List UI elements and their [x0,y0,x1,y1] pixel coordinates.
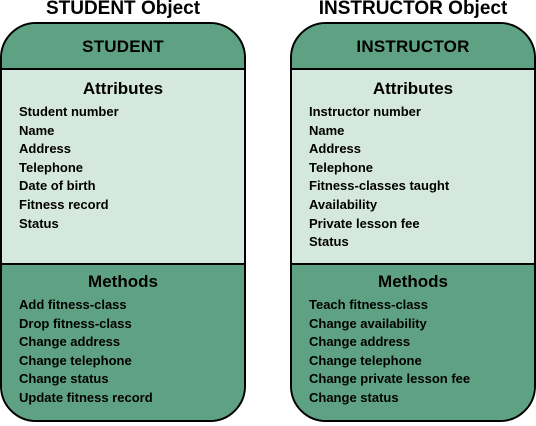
instructor-object-title: INSTRUCTOR Object [318,0,508,19]
instructor-attributes-section: Attributes Instructor number Name Addres… [292,68,534,265]
instructor-attribute-item: Telephone [309,159,374,175]
student-attribute-item: Telephone [19,159,84,175]
instructor-attributes-list: Instructor number Name Address Telephone… [292,103,534,252]
instructor-attribute-item: Private lesson fee [309,215,420,231]
student-attributes-list: Student number Name Address Telephone Da… [2,103,244,233]
instructor-method-item: Change private lesson fee [309,371,471,387]
instructor-methods-title: Methods [378,272,448,291]
instructor-method-item: Change status [309,389,399,405]
student-class-box: STUDENT Attributes Student number Name A… [0,22,246,422]
student-method-item: Change address [19,334,121,350]
student-method-item: Drop fitness-class [19,315,132,331]
instructor-method-item: Teach fitness-class [309,297,428,312]
student-method-item: Change telephone [19,352,132,368]
instructor-method-item: Change availability [309,315,427,331]
instructor-method-item: Change telephone [309,352,422,368]
instructor-methods-section: Methods Teach fitness-class Change avail… [292,265,534,420]
instructor-attribute-item: Fitness-classes taught [309,178,450,194]
student-attributes-section: Attributes Student number Name Address T… [2,68,244,265]
instructor-attribute-item: Availability [309,196,378,212]
student-method-item: Update fitness record [19,389,153,405]
student-object: STUDENT Object STUDENT Attributes Studen… [0,0,246,422]
student-methods-section: Methods Add fitness-class Drop fitness-c… [2,265,244,420]
instructor-object: INSTRUCTOR Object INSTRUCTOR Attributes … [290,0,536,422]
instructor-attribute-item: Status [309,234,349,250]
student-methods-list: Add fitness-class Drop fitness-class Cha… [2,296,244,408]
student-object-title: STUDENT Object [45,0,201,19]
student-attribute-item: Name [19,122,55,138]
student-attribute-item: Address [19,141,72,157]
student-attribute-item: Fitness record [19,196,109,212]
instructor-attributes-title: Attributes [372,79,454,98]
student-attributes-title: Attributes [82,79,164,98]
student-attribute-item: Date of birth [19,178,96,194]
student-method-item: Add fitness-class [19,297,127,312]
instructor-method-item: Change address [309,334,411,350]
student-class-name: STUDENT [2,24,244,68]
student-method-item: Change status [19,371,109,387]
student-attribute-item: Student number [19,104,119,119]
student-attribute-item: Status [19,215,59,231]
instructor-attribute-item: Address [309,141,362,157]
instructor-class-name: INSTRUCTOR [292,24,534,68]
instructor-class-box: INSTRUCTOR Attributes Instructor number … [290,22,536,422]
instructor-attribute-item: Instructor number [309,104,421,119]
student-methods-title: Methods [88,272,158,291]
instructor-methods-list: Teach fitness-class Change availability … [292,296,534,408]
instructor-attribute-item: Name [309,122,345,138]
